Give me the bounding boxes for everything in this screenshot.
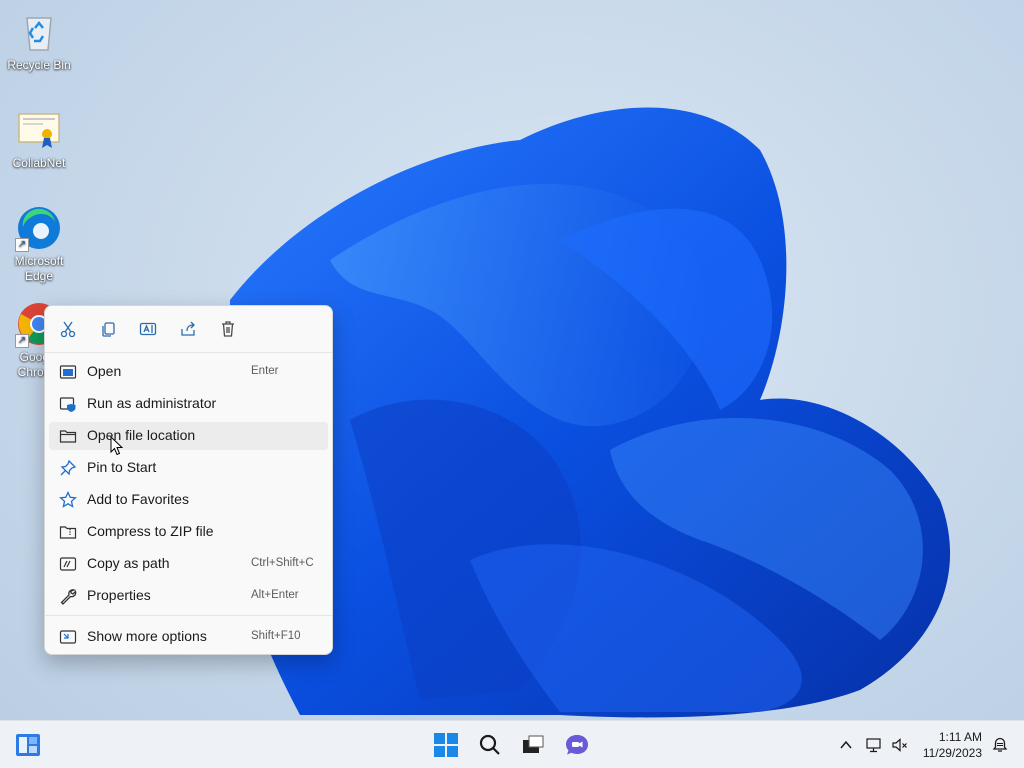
copy-icon bbox=[102, 322, 115, 337]
menu-item-shortcut: Shift+F10 bbox=[251, 630, 301, 642]
search-button[interactable] bbox=[474, 729, 506, 761]
clock[interactable]: 1:11 AM 11/29/2023 bbox=[923, 729, 982, 761]
menu-item-label: Properties bbox=[87, 587, 151, 603]
menu-item-label: Show more options bbox=[87, 628, 207, 644]
menu-item-pin-to-start[interactable]: Pin to Start bbox=[49, 454, 328, 482]
share-icon bbox=[181, 321, 195, 336]
rename-icon bbox=[139, 322, 157, 336]
menu-separator bbox=[45, 615, 332, 616]
menu-item-shortcut: Alt+Enter bbox=[251, 589, 299, 601]
menu-item-show-more-options[interactable]: Show more options Shift+F10 bbox=[49, 623, 328, 651]
menu-item-label: Add to Favorites bbox=[87, 491, 189, 507]
volume-button[interactable] bbox=[884, 729, 916, 761]
context-menu: Open Enter Run as administrator Open fil… bbox=[44, 305, 333, 655]
notification-icon bbox=[992, 737, 1008, 752]
windows-logo-icon bbox=[434, 733, 458, 757]
context-menu-toolbar bbox=[45, 306, 332, 352]
rename-button[interactable] bbox=[135, 316, 161, 342]
chevron-up-icon bbox=[840, 740, 852, 749]
star-icon bbox=[59, 491, 77, 508]
mouse-cursor-icon bbox=[110, 436, 124, 456]
widgets-icon bbox=[16, 734, 40, 756]
search-icon bbox=[479, 734, 500, 755]
desktop-icon-collabnet[interactable]: CollabNet bbox=[1, 106, 77, 171]
menu-item-label: Pin to Start bbox=[87, 459, 157, 475]
recycle-bin-icon bbox=[15, 8, 63, 56]
shortcut-arrow-icon: ↗ bbox=[15, 334, 29, 348]
notifications-button[interactable] bbox=[984, 729, 1016, 761]
menu-item-open-file-location[interactable]: Open file location bbox=[49, 422, 328, 450]
pin-icon bbox=[60, 459, 77, 476]
chat-icon bbox=[566, 735, 588, 755]
edge-icon: ↗ bbox=[15, 204, 63, 252]
folder-icon bbox=[59, 430, 77, 443]
menu-item-label: Run as administrator bbox=[87, 395, 217, 411]
app-window-icon bbox=[59, 365, 77, 379]
menu-item-label: Compress to ZIP file bbox=[87, 523, 214, 539]
taskbar: 1:11 AM 11/29/2023 bbox=[0, 720, 1024, 768]
menu-item-compress-to-zip[interactable]: Compress to ZIP file bbox=[49, 518, 328, 546]
cut-button[interactable] bbox=[55, 316, 81, 342]
more-options-icon bbox=[59, 630, 77, 644]
desktop-icon-label: Microsoft Edge bbox=[14, 254, 64, 283]
menu-item-add-to-favorites[interactable]: Add to Favorites bbox=[49, 486, 328, 514]
speaker-muted-icon bbox=[892, 738, 907, 752]
desktop-icon-label: Recycle Bin bbox=[7, 58, 71, 72]
chat-button[interactable] bbox=[561, 729, 593, 761]
delete-icon bbox=[222, 321, 234, 337]
desktop-icon-label: CollabNet bbox=[12, 156, 66, 170]
widgets-button[interactable] bbox=[12, 729, 44, 761]
menu-item-properties[interactable]: Properties Alt+Enter bbox=[49, 582, 328, 610]
task-view-icon bbox=[523, 735, 544, 753]
certificate-icon bbox=[15, 106, 63, 154]
menu-item-shortcut: Enter bbox=[251, 365, 279, 377]
menu-item-open[interactable]: Open Enter bbox=[49, 358, 328, 386]
desktop-icon-microsoft-edge[interactable]: ↗ Microsoft Edge bbox=[1, 204, 77, 284]
menu-item-run-as-administrator[interactable]: Run as administrator bbox=[49, 390, 328, 418]
menu-item-copy-as-path[interactable]: Copy as path Ctrl+Shift+C bbox=[49, 550, 328, 578]
start-button[interactable] bbox=[430, 729, 462, 761]
clock-time: 1:11 AM bbox=[938, 730, 982, 744]
network-icon bbox=[866, 738, 881, 753]
delete-button[interactable] bbox=[215, 316, 241, 342]
copy-button[interactable] bbox=[95, 316, 121, 342]
task-view-button[interactable] bbox=[517, 729, 549, 761]
shortcut-arrow-icon: ↗ bbox=[15, 238, 29, 252]
cut-icon bbox=[60, 321, 76, 338]
copy-path-icon bbox=[59, 557, 77, 571]
menu-item-label: Open bbox=[87, 363, 122, 379]
menu-item-label: Open file location bbox=[87, 427, 196, 443]
desktop-icon-recycle-bin[interactable]: Recycle Bin bbox=[1, 8, 77, 73]
menu-item-label: Copy as path bbox=[87, 555, 170, 571]
menu-item-shortcut: Ctrl+Shift+C bbox=[251, 557, 314, 569]
menu-separator bbox=[45, 352, 332, 353]
clock-date: 11/29/2023 bbox=[922, 746, 982, 760]
shield-window-icon bbox=[59, 397, 76, 412]
share-button[interactable] bbox=[175, 316, 201, 342]
wrench-icon bbox=[60, 589, 77, 605]
zip-folder-icon bbox=[59, 526, 77, 539]
